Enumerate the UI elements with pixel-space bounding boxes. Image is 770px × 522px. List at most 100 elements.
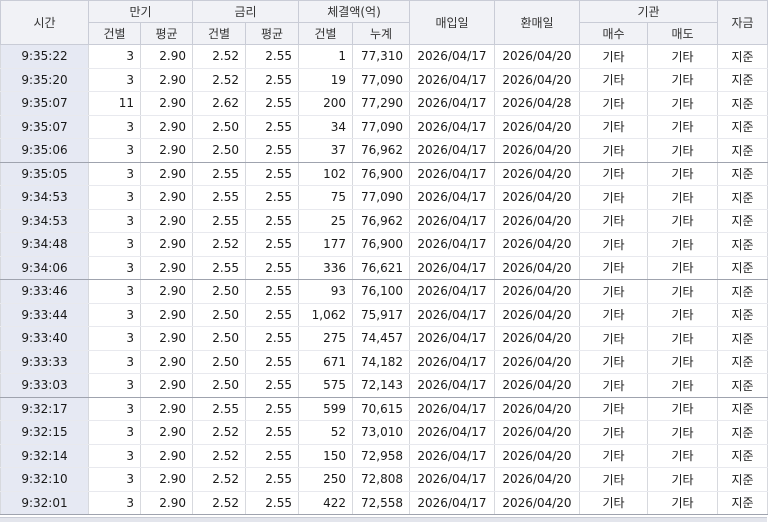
table-row[interactable]: 9:35:07 11 2.90 2.62 2.55 200 77,290 2026/04/17… (0, 91, 768, 116)
cell-exec-count: 102 (298, 162, 353, 186)
cell-institution-buy: 기타 (579, 326, 648, 351)
cell-resell-date: 2026/04/20 (494, 256, 580, 280)
table-row[interactable]: 9:32:14 3 2.90 2.52 2.55 150 72,958 2026/04/17 2… (0, 444, 768, 468)
cell-time: 9:35:06 (0, 138, 89, 163)
cell-fund: 지준 (717, 185, 768, 210)
cell-fund: 지준 (717, 68, 768, 92)
cell-exec-cumulative: 77,090 (352, 68, 410, 92)
cell-fund: 지준 (717, 444, 768, 468)
cell-maturity-average: 2.90 (140, 373, 193, 398)
table-row[interactable]: 9:33:46 3 2.90 2.50 2.55 93 76,100 2026/04/17 20… (0, 279, 768, 304)
header-time[interactable]: 시간 (0, 0, 89, 45)
cell-resell-date: 2026/04/20 (494, 420, 580, 445)
cell-exec-count: 93 (298, 279, 353, 304)
cell-maturity-average: 2.90 (140, 303, 193, 327)
table-row[interactable]: 9:34:06 3 2.90 2.55 2.55 336 76,621 2026/04/17 2… (0, 256, 768, 280)
cell-exec-count: 150 (298, 444, 353, 468)
cell-maturity-count: 3 (88, 279, 141, 304)
cell-rate-count: 2.52 (192, 44, 246, 69)
header-exec-count[interactable]: 건별 (298, 22, 353, 45)
cell-maturity-count: 11 (88, 91, 141, 116)
cell-exec-count: 575 (298, 373, 353, 398)
cell-institution-sell: 기타 (647, 491, 718, 515)
cell-buy-date: 2026/04/17 (409, 467, 495, 492)
cell-fund: 지준 (717, 44, 768, 69)
cell-rate-average: 2.55 (245, 350, 299, 374)
cell-fund: 지준 (717, 373, 768, 398)
cell-rate-count: 2.52 (192, 467, 246, 492)
header-maturity-count[interactable]: 건별 (88, 22, 141, 45)
cell-maturity-count: 3 (88, 68, 141, 92)
cell-rate-average: 2.55 (245, 91, 299, 116)
cell-maturity-count: 3 (88, 467, 141, 492)
cell-resell-date: 2026/04/20 (494, 185, 580, 210)
cell-maturity-average: 2.90 (140, 209, 193, 233)
table-row[interactable]: 9:32:17 3 2.90 2.55 2.55 599 70,615 2026/04/17 2… (0, 397, 768, 421)
header-rate[interactable]: 금리 (192, 0, 299, 23)
cell-rate-average: 2.55 (245, 68, 299, 92)
horizontal-scrollbar[interactable] (0, 517, 767, 522)
cell-rate-average: 2.55 (245, 326, 299, 351)
header-rate-average[interactable]: 평균 (245, 22, 299, 45)
cell-buy-date: 2026/04/17 (409, 444, 495, 468)
header-rate-count[interactable]: 건별 (192, 22, 246, 45)
header-buy-date[interactable]: 매입일 (409, 0, 495, 45)
header-resell-date[interactable]: 환매일 (494, 0, 580, 45)
table-row[interactable]: 9:35:20 3 2.90 2.52 2.55 19 77,090 2026/04/17 20… (0, 68, 768, 92)
cell-institution-sell: 기타 (647, 467, 718, 492)
cell-rate-count: 2.55 (192, 209, 246, 233)
cell-resell-date: 2026/04/20 (494, 326, 580, 351)
cell-institution-buy: 기타 (579, 279, 648, 304)
table-row[interactable]: 9:32:01 3 2.90 2.52 2.55 422 72,558 2026/04/17 2… (0, 491, 768, 515)
cell-maturity-count: 3 (88, 303, 141, 327)
cell-exec-count: 599 (298, 397, 353, 421)
table-row[interactable]: 9:35:22 3 2.90 2.52 2.55 1 77,310 2026/04/17 202… (0, 44, 768, 69)
table-row[interactable]: 9:32:15 3 2.90 2.52 2.55 52 73,010 2026/04/17 20… (0, 420, 768, 445)
header-institution-sell[interactable]: 매도 (647, 22, 718, 45)
header-institution[interactable]: 기관 (579, 0, 718, 23)
cell-maturity-average: 2.90 (140, 91, 193, 116)
table-row[interactable]: 9:34:53 3 2.90 2.55 2.55 25 76,962 2026/04/17 20… (0, 209, 768, 233)
cell-exec-count: 336 (298, 256, 353, 280)
cell-exec-cumulative: 72,143 (352, 373, 410, 398)
table-row[interactable]: 9:35:07 3 2.90 2.50 2.55 34 77,090 2026/04/17 20… (0, 115, 768, 139)
cell-maturity-count: 3 (88, 138, 141, 163)
header-fund[interactable]: 자금 (717, 0, 768, 45)
cell-fund: 지준 (717, 138, 768, 163)
cell-resell-date: 2026/04/20 (494, 209, 580, 233)
header-institution-buy[interactable]: 매수 (579, 22, 648, 45)
cell-buy-date: 2026/04/17 (409, 420, 495, 445)
cell-exec-cumulative: 76,100 (352, 279, 410, 304)
cell-maturity-count: 3 (88, 44, 141, 69)
cell-exec-count: 19 (298, 68, 353, 92)
header-maturity[interactable]: 만기 (88, 0, 193, 23)
cell-rate-count: 2.52 (192, 68, 246, 92)
header-maturity-average[interactable]: 평균 (140, 22, 193, 45)
table-row[interactable]: 9:32:10 3 2.90 2.52 2.55 250 72,808 2026/04/17 2… (0, 467, 768, 492)
cell-time: 9:35:05 (0, 162, 89, 186)
table-row[interactable]: 9:34:48 3 2.90 2.52 2.55 177 76,900 2026/04/17 2… (0, 232, 768, 257)
cell-time: 9:35:07 (0, 91, 89, 116)
cell-buy-date: 2026/04/17 (409, 209, 495, 233)
cell-maturity-count: 3 (88, 444, 141, 468)
table-row[interactable]: 9:33:40 3 2.90 2.50 2.55 275 74,457 2026/04/17 2… (0, 326, 768, 351)
table-row[interactable]: 9:35:06 3 2.90 2.50 2.55 37 76,962 2026/04/17 20… (0, 138, 768, 163)
table-row[interactable]: 9:33:44 3 2.90 2.50 2.55 1,062 75,917 2026/04/1… (0, 303, 768, 327)
cell-time: 9:33:33 (0, 350, 89, 374)
table-row[interactable]: 9:33:03 3 2.90 2.50 2.55 575 72,143 2026/04/17 2… (0, 373, 768, 398)
cell-rate-count: 2.52 (192, 420, 246, 445)
cell-exec-cumulative: 77,090 (352, 115, 410, 139)
cell-exec-count: 422 (298, 491, 353, 515)
header-exec-amount[interactable]: 체결액(억) (298, 0, 410, 23)
cell-buy-date: 2026/04/17 (409, 279, 495, 304)
cell-rate-count: 2.52 (192, 444, 246, 468)
cell-rate-count: 2.55 (192, 256, 246, 280)
table-row[interactable]: 9:34:53 3 2.90 2.55 2.55 75 77,090 2026/04/17 20… (0, 185, 768, 210)
cell-buy-date: 2026/04/17 (409, 350, 495, 374)
cell-resell-date: 2026/04/20 (494, 397, 580, 421)
cell-fund: 지준 (717, 279, 768, 304)
table-row[interactable]: 9:33:33 3 2.90 2.50 2.55 671 74,182 2026/04/17 2… (0, 350, 768, 374)
table-row[interactable]: 9:35:05 3 2.90 2.55 2.55 102 76,900 2026/04/17 2… (0, 162, 768, 186)
header-exec-cumulative[interactable]: 누계 (352, 22, 410, 45)
cell-rate-average: 2.55 (245, 185, 299, 210)
